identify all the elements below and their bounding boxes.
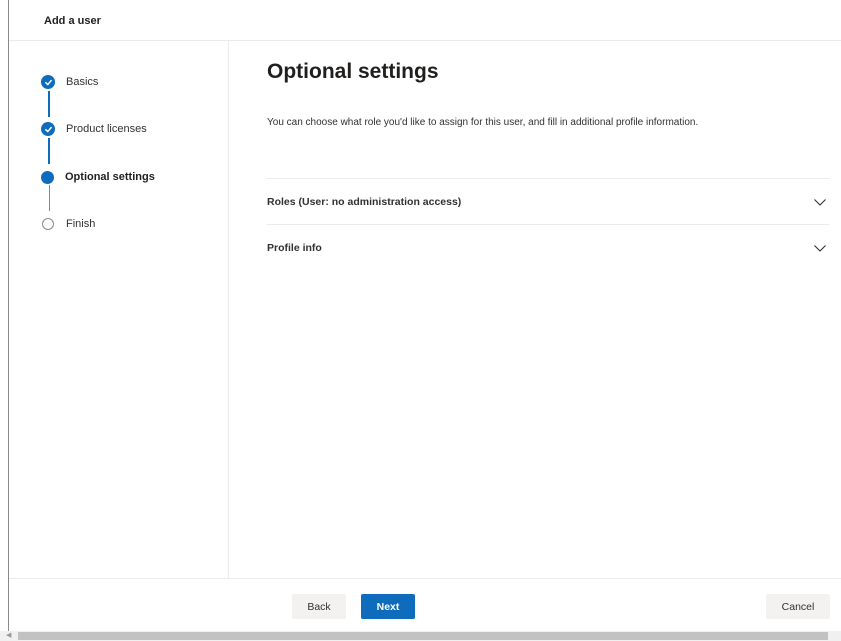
- cancel-button[interactable]: Cancel: [766, 594, 830, 619]
- horizontal-scrollbar[interactable]: ◀: [0, 631, 841, 641]
- checkmark-icon: [41, 75, 55, 89]
- section-label: Roles (User: no administration access): [267, 195, 462, 208]
- main-content: Optional settings You can choose what ro…: [229, 41, 841, 578]
- current-step-dot-icon: [41, 170, 54, 184]
- step-label: Basics: [66, 76, 99, 88]
- profile-info-section-toggle[interactable]: Profile info: [267, 224, 829, 270]
- step-connector: [48, 138, 50, 164]
- back-button[interactable]: Back: [292, 594, 346, 619]
- step-label: Optional settings: [65, 171, 155, 183]
- pending-step-dot-icon: [42, 218, 54, 230]
- wizard-steps: Basics Product licenses Optional setting…: [9, 41, 229, 578]
- step-product-licenses[interactable]: Product licenses: [41, 121, 147, 137]
- panel-header: Add a user: [9, 0, 841, 41]
- step-connector: [49, 185, 50, 211]
- next-button[interactable]: Next: [361, 594, 415, 619]
- scroll-left-arrow-icon[interactable]: ◀: [6, 632, 14, 640]
- step-finish[interactable]: Finish: [41, 216, 95, 232]
- add-user-panel: Add a user Basics Product licenses Optio…: [8, 0, 841, 632]
- step-label: Product licenses: [66, 123, 147, 135]
- intro-text: You can choose what role you'd like to a…: [267, 117, 699, 128]
- scrollbar-thumb[interactable]: [18, 632, 828, 640]
- page-title: Optional settings: [267, 60, 439, 83]
- panel-title: Add a user: [44, 15, 101, 27]
- panel-footer: Back Next Cancel: [9, 578, 841, 632]
- step-optional-settings[interactable]: Optional settings: [41, 169, 155, 185]
- checkmark-icon: [41, 122, 55, 136]
- step-basics[interactable]: Basics: [41, 74, 98, 90]
- chevron-down-icon: [814, 244, 826, 252]
- roles-section-toggle[interactable]: Roles (User: no administration access): [267, 178, 829, 224]
- chevron-down-icon: [814, 198, 826, 206]
- step-label: Finish: [66, 218, 96, 230]
- section-label: Profile info: [267, 241, 322, 254]
- step-connector: [48, 91, 50, 117]
